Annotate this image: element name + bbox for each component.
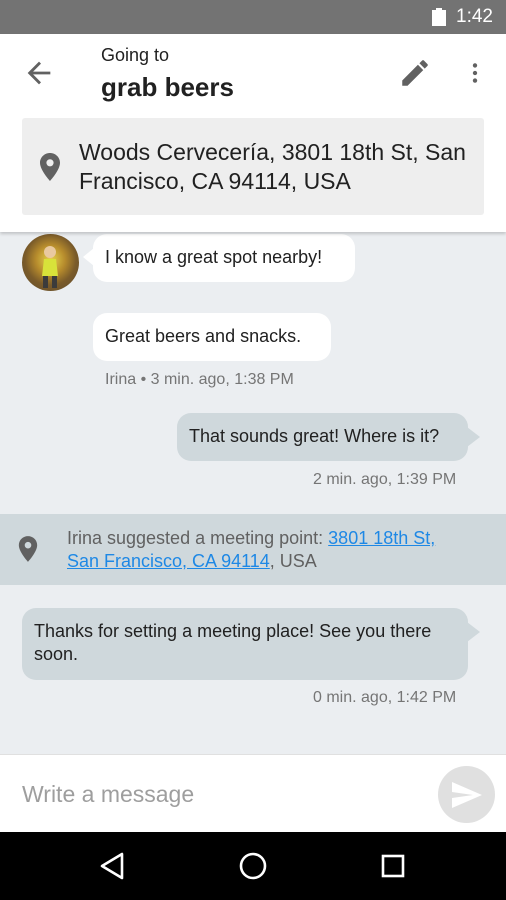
message-composer [0, 754, 506, 832]
home-circle-icon[interactable] [237, 850, 269, 882]
message-meta: Irina • 3 min. ago, 1:38 PM [105, 371, 294, 388]
system-nav-bar [0, 832, 506, 900]
meeting-point-notice: Irina suggested a meeting point: 3801 18… [0, 514, 506, 585]
location-pin-icon [40, 153, 60, 181]
edit-pencil-icon[interactable] [398, 56, 432, 90]
message-meta: 2 min. ago, 1:39 PM [313, 471, 457, 488]
message-bubble[interactable]: That sounds great! Where is it? [177, 413, 480, 461]
location-pin-icon [18, 536, 38, 562]
message-text: I know a great spot nearby! [105, 247, 323, 267]
send-icon [452, 782, 482, 808]
back-triangle-icon[interactable] [97, 850, 129, 882]
message-bubble[interactable]: I know a great spot nearby! [83, 234, 355, 282]
header-subtitle: Going to [101, 45, 170, 65]
message-bubble[interactable]: Thanks for setting a meeting place! See … [22, 608, 480, 680]
meeting-point-text: Irina suggested a meeting point: 3801 18… [67, 527, 487, 573]
location-card[interactable]: Woods Cervecería, 3801 18th St, San Fran… [22, 118, 484, 215]
page-title: grab beers [101, 72, 234, 102]
status-time: 1:42 [456, 6, 493, 27]
meeting-point-prefix: Irina suggested a meeting point: [67, 528, 329, 548]
message-text: Thanks for setting a meeting place! See … [34, 621, 432, 664]
recents-square-icon[interactable] [377, 850, 409, 882]
message-text: Great beers and snacks. [105, 326, 302, 346]
message-meta: 0 min. ago, 1:42 PM [313, 689, 457, 706]
message-bubble[interactable]: Great beers and snacks. [93, 313, 331, 361]
meeting-point-link-line2: San Francisco, CA 94114 [67, 551, 270, 571]
conversation-header: Going to grab beers Woods Cervecería, 38… [0, 34, 506, 232]
message-text: That sounds great! Where is it? [189, 426, 440, 446]
battery-icon [432, 8, 446, 26]
more-vert-icon[interactable] [462, 56, 488, 90]
meeting-point-suffix: , USA [269, 551, 317, 571]
meeting-point-link-line1: 3801 18th St, [328, 528, 436, 548]
send-button[interactable] [438, 766, 495, 823]
status-bar: 1:42 [0, 0, 506, 34]
avatar[interactable] [22, 234, 79, 291]
message-list[interactable]: I know a great spot nearby! Great beers … [0, 232, 506, 754]
back-arrow-icon[interactable] [22, 56, 56, 90]
location-address: Woods Cervecería, 3801 18th St, San Fran… [79, 139, 466, 194]
message-input[interactable] [22, 773, 412, 815]
avatar-photo [42, 246, 58, 288]
